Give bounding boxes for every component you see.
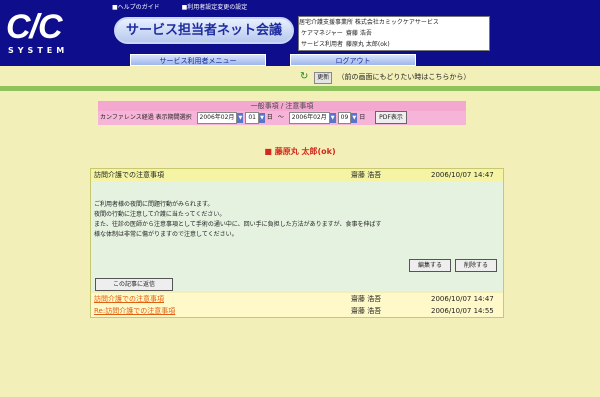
note-date: 2006/10/07 14:55 bbox=[431, 307, 494, 315]
edit-button[interactable]: 編集する bbox=[409, 259, 451, 272]
note-line: また、往診の医師から注意事項として手術の通い中に、回い手に負担した方法があります… bbox=[94, 221, 382, 228]
header-bar: C/C SYSTEM ■ヘルプのガイド ■利用者設定変更の設定 サービス担当者ネ… bbox=[0, 0, 600, 66]
filter-title: 一般事項 / 注意事項 bbox=[98, 101, 466, 111]
chevron-down-icon[interactable]: ▼ bbox=[259, 112, 265, 123]
note-date: 2006/10/07 14:47 bbox=[431, 171, 494, 179]
range-tilde: 〜 bbox=[277, 114, 284, 121]
to-month-select[interactable]: 09 bbox=[337, 111, 352, 124]
help-link[interactable]: ■ヘルプのガイド bbox=[112, 4, 160, 11]
note-author: 齋藤 浩吾 bbox=[351, 307, 382, 315]
top-links: ■ヘルプのガイド ■利用者設定変更の設定 bbox=[112, 2, 267, 11]
user-label: サービス利用者 bbox=[301, 41, 344, 48]
period-filter: カンファレンス経過 表示期間選択 2006年02月 ▼ 01 ▼ 日 〜 2006年… bbox=[98, 111, 466, 125]
note-title: 訪問介護での注意事項 bbox=[94, 171, 164, 179]
note-link[interactable]: 訪問介護での注意事項 bbox=[94, 293, 164, 305]
chevron-down-icon[interactable]: ▼ bbox=[351, 112, 358, 123]
note-author: 齋藤 浩吾 bbox=[351, 295, 382, 303]
notes-panel: 訪問介護での注意事項 齋藤 浩吾 2006/10/07 14:47 ご利用者様の… bbox=[90, 168, 504, 318]
service-user-menu-button[interactable]: サービス利用者メニュー bbox=[130, 54, 266, 66]
list-item: Re:訪問介護での注意事項 齋藤 浩吾 2006/10/07 14:55 bbox=[91, 305, 503, 317]
settings-link[interactable]: ■利用者設定変更の設定 bbox=[182, 4, 248, 11]
note-header: 訪問介護での注意事項 齋藤 浩吾 2006/10/07 14:47 bbox=[91, 169, 503, 181]
chevron-down-icon[interactable]: ▼ bbox=[237, 112, 244, 123]
caremanager-label: ケアマネジャー bbox=[301, 30, 343, 37]
note-line: 様な体制は非常に傷がりますので注意してください。 bbox=[94, 231, 238, 238]
refresh-row: ↻ 更新 （前の画面にもどりたい時はこちらから） bbox=[300, 70, 470, 84]
logo-subtitle: SYSTEM bbox=[8, 46, 69, 55]
app-title: サービス担当者ネット会議 bbox=[114, 17, 294, 44]
logout-button[interactable]: ログアウト bbox=[290, 54, 416, 66]
refresh-hint: （前の画面にもどりたい時はこちらから） bbox=[337, 73, 471, 81]
refresh-button[interactable]: 更新 bbox=[314, 72, 333, 84]
pdf-button[interactable]: PDF表示 bbox=[375, 111, 407, 124]
caremanager-value: 齋藤 浩吾 bbox=[346, 30, 372, 37]
refresh-icon[interactable]: ↻ bbox=[300, 70, 312, 84]
chevron-down-icon[interactable]: ▼ bbox=[329, 112, 336, 123]
divider-bar bbox=[0, 86, 600, 91]
note-date: 2006/10/07 14:47 bbox=[431, 295, 494, 303]
note-line: 夜間の行動に注意して介護に当たってください。 bbox=[94, 211, 226, 218]
delete-button[interactable]: 削除する bbox=[455, 259, 497, 272]
period-label: カンファレンス経過 表示期間選択 bbox=[100, 114, 192, 121]
note-body: ご利用者様の夜間に問題行動がみられます。 夜間の行動に注意して介護に当たってくだ… bbox=[91, 181, 503, 291]
from-year-select[interactable]: 2006年02月 bbox=[196, 111, 238, 124]
note-author: 齋藤 浩吾 bbox=[351, 171, 382, 179]
list-item: 訪問介護での注意事項 齋藤 浩吾 2006/10/07 14:47 bbox=[91, 293, 503, 305]
to-unit: 日 bbox=[359, 114, 366, 121]
logo: C/C bbox=[6, 8, 63, 46]
user-info-box: 居宅介護支援事業所 株式会社カミックケアサービス ケアマネジャー 齋藤 浩吾 サー… bbox=[298, 16, 490, 51]
from-month-select[interactable]: 01 bbox=[245, 111, 259, 124]
office-name: 居宅介護支援事業所 株式会社カミックケアサービス bbox=[299, 19, 439, 26]
user-value: 藤原丸 太郎(ok) bbox=[346, 41, 390, 48]
note-link[interactable]: Re:訪問介護での注意事項 bbox=[94, 305, 175, 317]
to-year-select[interactable]: 2006年02月 bbox=[288, 111, 330, 124]
from-unit: 日 bbox=[266, 114, 273, 121]
patient-name: ■ 藤原丸 太郎(ok) bbox=[264, 147, 336, 156]
reply-button[interactable]: この記事に返信 bbox=[95, 278, 173, 291]
note-line: ご利用者様の夜間に問題行動がみられます。 bbox=[94, 201, 214, 208]
